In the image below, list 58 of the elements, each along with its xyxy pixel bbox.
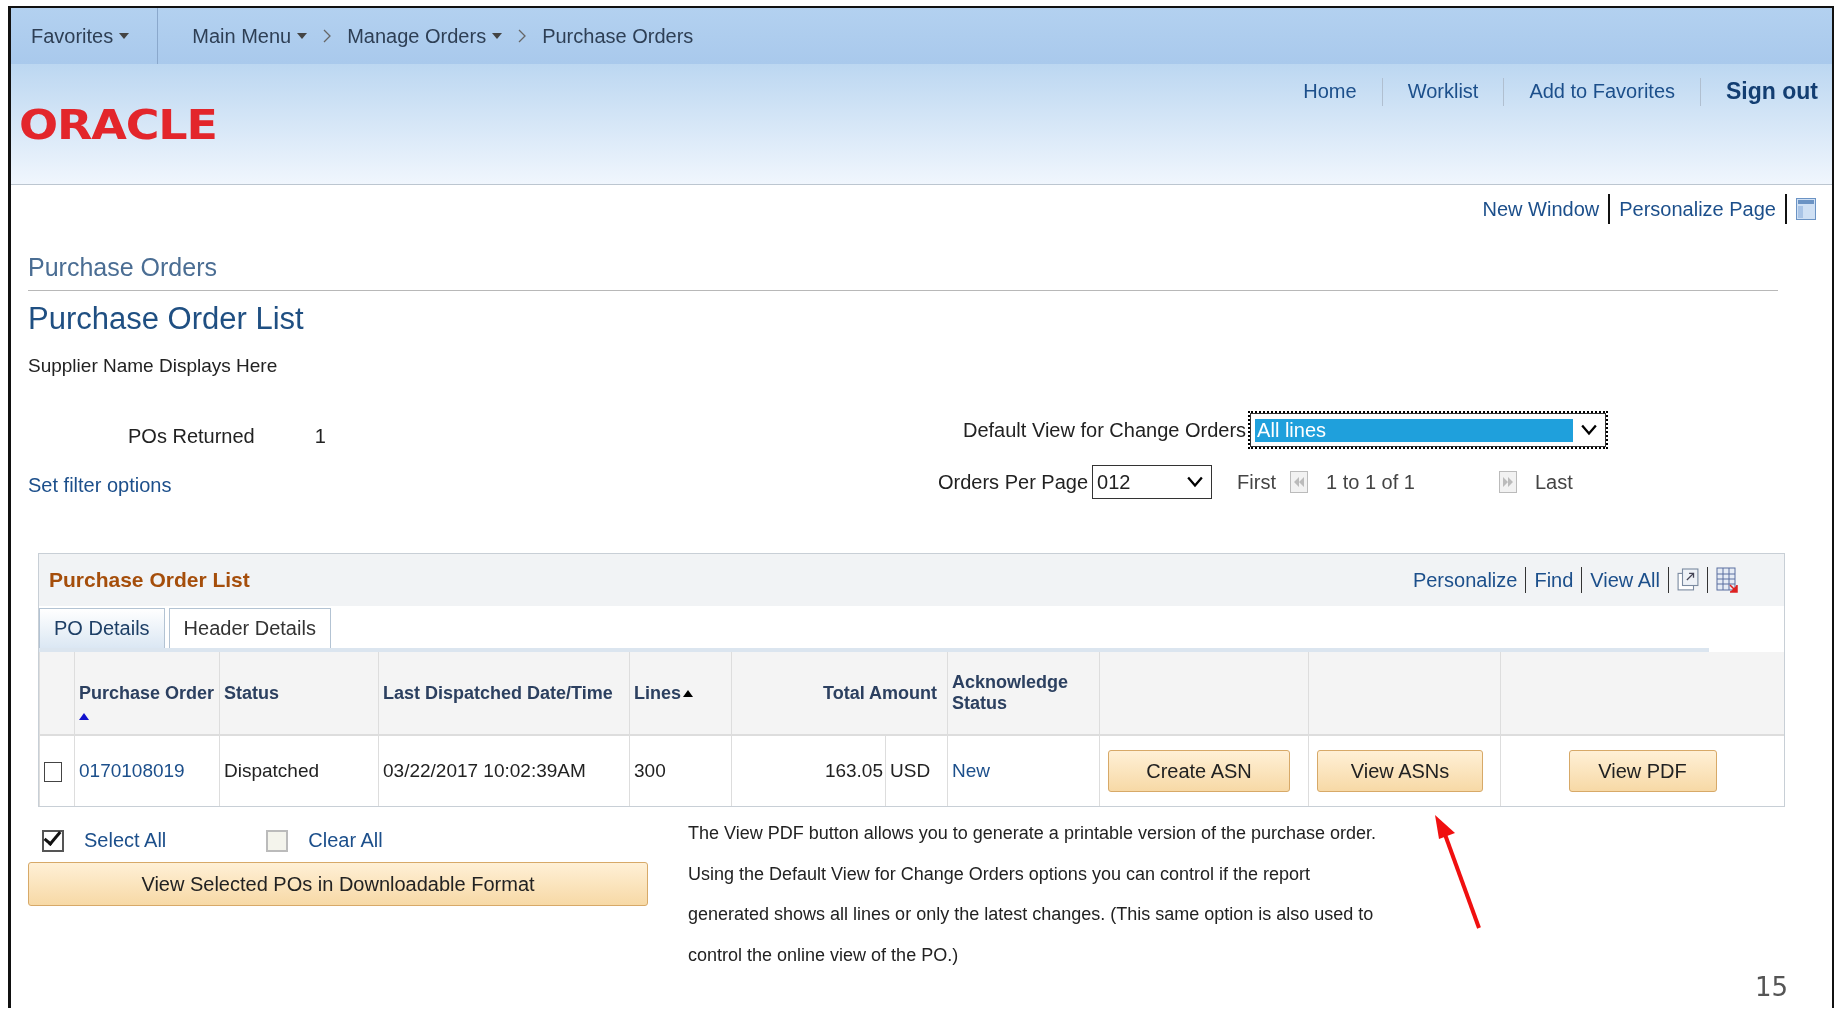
header-link[interactable]: Worklist bbox=[1407, 76, 1479, 107]
table-cell: USD bbox=[890, 760, 931, 781]
instruction-text: The View PDF button allows you to generate a printable version of the purchase order. Using the Default View for Change Orders options you can control if the report generated shows all lines or only the latest changes. (This same option is also used to control the online view of the PO.) bbox=[688, 822, 1378, 967]
zoom-grid-icon[interactable] bbox=[1677, 567, 1699, 593]
column-header[interactable]: Lines bbox=[634, 682, 693, 704]
nav-menu[interactable]: Main Menu bbox=[192, 24, 308, 48]
action-button[interactable]: View PDF bbox=[1568, 750, 1717, 792]
table-cell: 03/22/2017 10:02:39AM bbox=[383, 760, 586, 781]
field-label: Orders Per Page bbox=[938, 470, 1089, 494]
clear-all-checkbox[interactable] bbox=[266, 829, 289, 852]
nav-menu[interactable]: Favorites bbox=[31, 24, 130, 48]
slide-number: 15 bbox=[1754, 972, 1788, 1002]
filter-link[interactable]: Set filter options bbox=[28, 474, 172, 497]
grid-link[interactable]: Personalize bbox=[1412, 568, 1518, 592]
select-all-link[interactable]: Select All bbox=[84, 829, 167, 852]
spreadsheet-icon[interactable] bbox=[1716, 567, 1738, 593]
header-link[interactable]: Add to Favorites bbox=[1529, 76, 1675, 107]
breadcrumb[interactable]: Purchase Orders bbox=[542, 24, 694, 48]
orders-dropdown[interactable]: 012 bbox=[1092, 465, 1213, 499]
tab[interactable]: Header Details bbox=[168, 608, 331, 648]
page-title: Purchase Order List bbox=[28, 301, 305, 337]
field-value: 1 bbox=[314, 425, 326, 448]
page-link[interactable]: New Window bbox=[1482, 197, 1600, 221]
tab[interactable]: PO Details bbox=[39, 608, 165, 648]
download-button[interactable]: View Selected POs in Downloadable Format bbox=[28, 862, 648, 906]
table-cell: 300 bbox=[634, 760, 666, 781]
section-title: Purchase Orders bbox=[28, 253, 1778, 291]
grid-title: Purchase Order List bbox=[49, 568, 250, 592]
pager-label: Last bbox=[1534, 470, 1573, 494]
pager-label: First bbox=[1237, 470, 1276, 494]
field-label: Default View for Change Orders bbox=[963, 418, 1247, 442]
row-checkbox[interactable] bbox=[44, 762, 62, 782]
table-cell: 163.05 bbox=[824, 760, 883, 781]
page-link[interactable]: Personalize Page bbox=[1619, 197, 1776, 221]
supplier-name: Supplier Name Displays Here bbox=[28, 355, 279, 377]
layout-icon[interactable] bbox=[1796, 198, 1816, 220]
caret-icon bbox=[492, 33, 503, 39]
logo: ORACLE bbox=[19, 102, 217, 148]
field-label: POs Returned bbox=[128, 425, 255, 448]
action-button[interactable]: View ASNs bbox=[1317, 750, 1483, 792]
column-header[interactable]: Total Amount bbox=[823, 682, 937, 704]
header-link[interactable]: Sign out bbox=[1726, 74, 1818, 109]
column-header[interactable]: Status bbox=[224, 682, 279, 704]
grid-link[interactable]: Find bbox=[1534, 568, 1574, 592]
table-cell: Dispatched bbox=[224, 760, 320, 781]
status-link[interactable]: New bbox=[952, 760, 991, 781]
caret-icon bbox=[119, 33, 130, 39]
breadcrumb[interactable]: Manage Orders bbox=[347, 24, 503, 48]
select-all-checkbox[interactable] bbox=[42, 829, 64, 852]
chevron-icon bbox=[518, 29, 527, 43]
grid-link[interactable]: View All bbox=[1590, 568, 1660, 592]
action-button[interactable]: Create ASN bbox=[1108, 750, 1290, 792]
po-link[interactable]: 0170108019 bbox=[79, 760, 185, 781]
clear-all-link[interactable]: Clear All bbox=[308, 829, 383, 852]
caret-icon bbox=[297, 33, 308, 39]
header-link[interactable]: Home bbox=[1303, 76, 1357, 107]
chevron-icon bbox=[323, 29, 332, 43]
pager-range: 1 to 1 of 1 bbox=[1325, 470, 1415, 494]
